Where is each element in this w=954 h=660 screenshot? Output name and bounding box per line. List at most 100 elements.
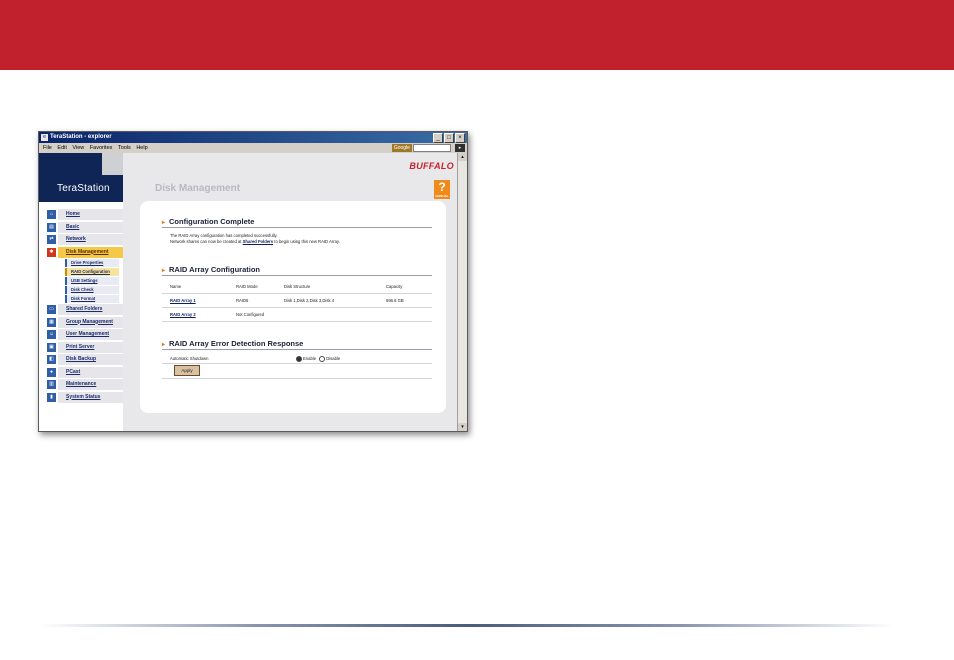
sidebar-item-home[interactable]: ⌂ Home	[47, 209, 123, 220]
subitem-label: Drive Properties	[65, 259, 119, 267]
maintenance-icon: ▥	[47, 380, 56, 389]
sidebar-item-label: Disk Management	[58, 246, 123, 258]
cell-structure: Disk 1,Disk 2,Disk 3,Disk 4	[284, 298, 335, 303]
arrow-icon: ▸	[162, 342, 166, 348]
sidebar-item-maintenance[interactable]: ▥ Maintenance	[47, 379, 123, 390]
sidebar-item-disk-backup[interactable]: ◧ Disk Backup	[47, 354, 123, 365]
apply-button[interactable]: Apply	[174, 365, 200, 376]
help-icon[interactable]: ? MANUAL	[434, 180, 450, 199]
subitem-label: USB Settings	[65, 277, 119, 285]
section-title: ▸ RAID Array Configuration	[162, 265, 432, 276]
subitem-label: Disk Format	[65, 295, 119, 303]
help-caption: MANUAL	[435, 194, 449, 198]
sidebar-item-label: Disk Backup	[58, 354, 123, 365]
raid-array-2-link[interactable]: RAID Array 2	[170, 312, 196, 317]
col-raid-mode: RAID Mode	[236, 284, 258, 289]
raid-array-1-link[interactable]: RAID Array 1	[170, 298, 196, 303]
sidebar-item-label: Home	[58, 209, 123, 220]
google-search-button[interactable]: ▸	[455, 144, 465, 152]
sidebar-item-shared-folders[interactable]: ▭ Shared Folders	[47, 304, 123, 315]
menu-edit[interactable]: Edit	[57, 143, 66, 153]
table-row: RAID Array 1 RAID5 Disk 1,Disk 2,Disk 3,…	[162, 294, 432, 308]
scroll-down-icon[interactable]: ▾	[458, 423, 467, 431]
subitem-label: RAID Configuration	[65, 268, 119, 276]
config-complete-section: ▸ Configuration Complete The RAID Array c…	[162, 217, 432, 245]
main-content: BUFFALO Disk Management ? MANUAL ▸ Configu…	[123, 153, 458, 431]
close-icon[interactable]: ×	[455, 133, 465, 143]
menu-file[interactable]: File	[43, 143, 52, 153]
status-icon: ▮	[47, 392, 56, 402]
menu-view[interactable]: View	[72, 143, 84, 153]
window-title: TeraStation - explorer	[50, 134, 112, 140]
sidebar-item-pcast[interactable]: ● PCast	[47, 366, 123, 378]
enable-label: Enable	[303, 356, 317, 361]
home-icon: ⌂	[47, 210, 56, 219]
shared-folders-link[interactable]: Shared Folders	[243, 239, 273, 244]
sidebar-item-print-server[interactable]: ▣ Print Server	[47, 341, 123, 353]
col-disk-structure: Disk Structure	[284, 284, 311, 289]
menu-tools[interactable]: Tools	[118, 143, 131, 153]
sidebar-item-label: Basic	[58, 221, 123, 233]
sidebar-item-label: Group Management	[58, 316, 123, 328]
menu-help[interactable]: Help	[136, 143, 147, 153]
minimize-icon[interactable]: _	[433, 133, 443, 143]
cell-name: RAID Array 2	[162, 308, 228, 322]
browser-screenshot: e TeraStation - explorer _ □ × File Edit Vi…	[38, 131, 468, 432]
pcast-icon: ●	[47, 367, 56, 377]
cell-mode: Not Configured	[236, 312, 265, 317]
line2-pre: Network shares can now be created at	[170, 239, 242, 244]
vertical-scrollbar[interactable]: ▴ ▾	[457, 153, 467, 431]
brand-station: Station	[77, 183, 110, 194]
sidebar-item-label: Maintenance	[58, 379, 123, 390]
raid-config-title: RAID Array Configuration	[169, 265, 260, 274]
sidebar-item-network[interactable]: ⇄ Network	[47, 234, 123, 245]
enable-radio[interactable]	[296, 355, 302, 362]
divider	[162, 378, 432, 379]
sidebar-item-basic[interactable]: ▤ Basic	[47, 221, 123, 233]
sidebar-item-label: Print Server	[58, 341, 123, 353]
brand-tera: Tera	[57, 183, 78, 194]
sidebar-item-group-management[interactable]: ▦ Group Management	[47, 316, 123, 328]
menu-bar: File Edit View Favorites Tools Help Goog…	[39, 143, 467, 153]
backup-icon: ◧	[47, 355, 56, 364]
subitem-disk-format[interactable]: Disk Format	[65, 295, 123, 303]
page-viewport: TeraStation ⌂ Home ▤ Basic ⇄ Network ✱ D…	[39, 153, 458, 431]
cell-name: RAID Array 1	[162, 294, 228, 308]
sidebar: TeraStation ⌂ Home ▤ Basic ⇄ Network ✱ D…	[39, 153, 123, 431]
subitem-label: Disk Check	[65, 286, 119, 294]
sidebar-item-label: System Status	[58, 391, 123, 403]
scroll-up-icon[interactable]: ▴	[458, 153, 467, 161]
col-name: Name	[170, 284, 182, 289]
subitem-usb-settings[interactable]: USB Settings	[65, 277, 123, 285]
user-icon: ☺	[47, 330, 56, 339]
window-titlebar: e TeraStation - explorer _ □ ×	[39, 132, 467, 143]
network-icon: ⇄	[47, 235, 56, 244]
arrow-icon: ▸	[162, 268, 166, 274]
subitem-raid-configuration[interactable]: RAID Configuration	[65, 268, 123, 276]
sidebar-item-label: Network	[58, 234, 123, 245]
sidebar-item-user-management[interactable]: ☺ User Management	[47, 329, 123, 340]
raid-table: Name RAID Mode Disk Structure Capacity R…	[162, 280, 432, 322]
disable-radio[interactable]	[319, 355, 326, 362]
sidebar-item-label: Shared Folders	[58, 304, 123, 315]
subitem-drive-properties[interactable]: Drive Properties	[65, 259, 123, 267]
google-search-input[interactable]	[413, 144, 452, 152]
menu-favorites[interactable]: Favorites	[90, 143, 113, 153]
cell-capacity	[378, 308, 432, 322]
arrow-icon: ▸	[162, 220, 166, 226]
cell-capacity: 696.6 GB	[386, 298, 404, 303]
sidebar-item-system-status[interactable]: ▮ System Status	[47, 391, 123, 403]
sidebar-item-disk-management[interactable]: ✱ Disk Management	[47, 246, 123, 258]
config-complete-title: Configuration Complete	[169, 217, 255, 226]
disable-label: Disable	[326, 356, 341, 361]
automatic-shutdown-row: Automatic Shutdown Enable Disable	[162, 354, 432, 364]
basic-icon: ▤	[47, 222, 56, 232]
app-icon: e	[41, 134, 48, 141]
sidebar-item-label: User Management	[58, 329, 123, 340]
cell-mode: RAID5	[236, 298, 249, 303]
maximize-icon[interactable]: □	[444, 133, 454, 143]
sidebar-nav: ⌂ Home ▤ Basic ⇄ Network ✱ Disk Manageme…	[47, 209, 123, 404]
section-title: ▸ RAID Array Error Detection Response	[162, 339, 432, 350]
subitem-disk-check[interactable]: Disk Check	[65, 286, 123, 294]
google-logo: Google	[391, 144, 412, 152]
